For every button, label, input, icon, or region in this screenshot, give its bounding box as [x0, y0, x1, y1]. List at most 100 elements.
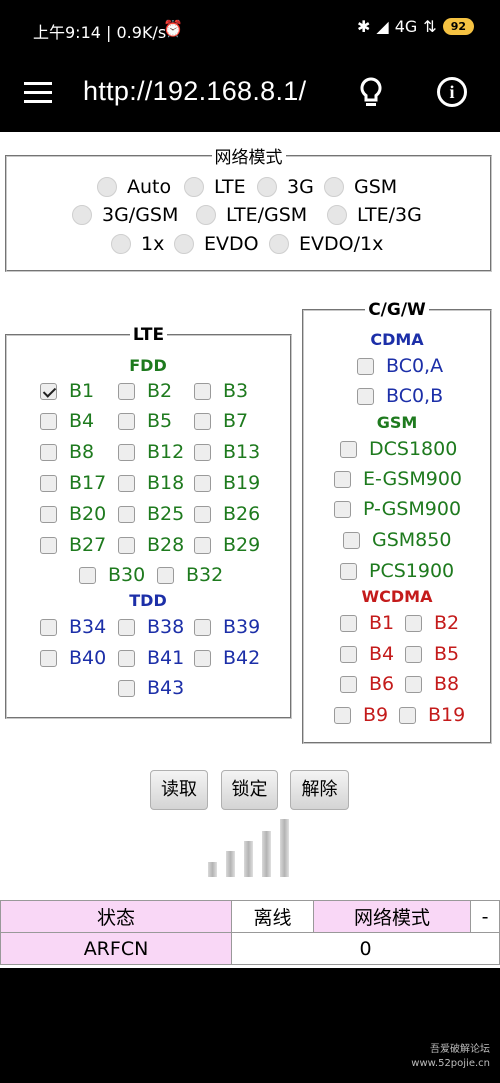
- band-option[interactable]: B5: [118, 410, 172, 432]
- radio-button[interactable]: [184, 177, 204, 197]
- radio-button[interactable]: [196, 205, 216, 225]
- band-checkbox[interactable]: [194, 474, 211, 492]
- band-checkbox[interactable]: [118, 382, 135, 400]
- band-checkbox[interactable]: [118, 679, 135, 697]
- band-checkbox[interactable]: [399, 706, 416, 724]
- radio-3g-gsm[interactable]: 3G/GSM: [72, 204, 178, 226]
- radio-button[interactable]: [269, 234, 289, 254]
- band-option[interactable]: B38: [118, 616, 184, 638]
- band-checkbox[interactable]: [194, 649, 211, 667]
- band-checkbox[interactable]: [194, 536, 211, 554]
- radio-lte-gsm[interactable]: LTE/GSM: [196, 204, 307, 226]
- radio-evdo[interactable]: EVDO: [174, 233, 259, 255]
- band-option[interactable]: B42: [194, 647, 260, 669]
- lock-button[interactable]: 锁定: [221, 770, 278, 810]
- band-checkbox[interactable]: [340, 675, 357, 693]
- band-checkbox[interactable]: [40, 536, 57, 554]
- band-checkbox[interactable]: [194, 443, 211, 461]
- band-option[interactable]: B20: [40, 503, 106, 525]
- band-checkbox[interactable]: [40, 382, 57, 400]
- band-option[interactable]: B3: [194, 380, 248, 402]
- band-option[interactable]: B8: [405, 673, 459, 695]
- radio-button[interactable]: [111, 234, 131, 254]
- band-option[interactable]: B40: [40, 647, 106, 669]
- band-checkbox[interactable]: [118, 474, 135, 492]
- radio-button[interactable]: [174, 234, 194, 254]
- band-option[interactable]: B19: [399, 704, 465, 726]
- radio-gsm[interactable]: GSM: [324, 176, 397, 198]
- band-option[interactable]: B13: [194, 441, 260, 463]
- band-checkbox[interactable]: [334, 470, 351, 488]
- band-checkbox[interactable]: [334, 706, 351, 724]
- band-option[interactable]: B2: [118, 380, 172, 402]
- band-checkbox[interactable]: [194, 505, 211, 523]
- band-checkbox[interactable]: [194, 382, 211, 400]
- radio-evdo-1x[interactable]: EVDO/1x: [269, 233, 383, 255]
- band-checkbox[interactable]: [340, 440, 357, 458]
- band-option[interactable]: B27: [40, 534, 106, 556]
- band-checkbox[interactable]: [40, 649, 57, 667]
- band-checkbox[interactable]: [340, 645, 357, 663]
- band-checkbox[interactable]: [357, 387, 374, 405]
- band-option[interactable]: B30: [79, 564, 145, 586]
- band-checkbox[interactable]: [118, 618, 135, 636]
- band-option[interactable]: B43: [118, 677, 184, 699]
- band-checkbox[interactable]: [357, 357, 374, 375]
- band-checkbox[interactable]: [118, 443, 135, 461]
- band-option[interactable]: B19: [194, 472, 260, 494]
- read-button[interactable]: 读取: [150, 770, 208, 810]
- band-option[interactable]: B17: [40, 472, 106, 494]
- band-option[interactable]: P-GSM900: [334, 498, 461, 520]
- band-option[interactable]: B8: [40, 441, 94, 463]
- band-option[interactable]: GSM850: [343, 529, 451, 551]
- band-option[interactable]: B9: [334, 704, 388, 726]
- menu-icon[interactable]: [24, 82, 52, 104]
- band-option[interactable]: B2: [405, 612, 459, 634]
- band-option[interactable]: DCS1800: [340, 438, 457, 460]
- band-checkbox[interactable]: [118, 649, 135, 667]
- band-checkbox[interactable]: [118, 412, 135, 430]
- band-checkbox[interactable]: [194, 618, 211, 636]
- band-checkbox[interactable]: [118, 536, 135, 554]
- band-option[interactable]: B4: [340, 643, 394, 665]
- unlock-button[interactable]: 解除: [290, 770, 349, 810]
- band-option[interactable]: B32: [157, 564, 223, 586]
- band-option[interactable]: B7: [194, 410, 248, 432]
- band-checkbox[interactable]: [340, 562, 357, 580]
- band-option[interactable]: BC0,A: [357, 355, 443, 377]
- band-checkbox[interactable]: [343, 531, 360, 549]
- band-checkbox[interactable]: [405, 675, 422, 693]
- band-option[interactable]: B12: [118, 441, 184, 463]
- band-checkbox[interactable]: [40, 412, 57, 430]
- band-option[interactable]: B4: [40, 410, 94, 432]
- radio-button[interactable]: [324, 177, 344, 197]
- radio-1x[interactable]: 1x: [111, 233, 164, 255]
- band-option[interactable]: B25: [118, 503, 184, 525]
- radio-button[interactable]: [72, 205, 92, 225]
- radio-auto[interactable]: Auto: [97, 176, 171, 198]
- band-option[interactable]: B1: [340, 612, 394, 634]
- radio-button[interactable]: [327, 205, 347, 225]
- band-option[interactable]: B6: [340, 673, 394, 695]
- lightbulb-icon[interactable]: [358, 76, 384, 110]
- band-option[interactable]: BC0,B: [357, 385, 443, 407]
- band-checkbox[interactable]: [405, 645, 422, 663]
- band-option[interactable]: B28: [118, 534, 184, 556]
- radio-button[interactable]: [257, 177, 277, 197]
- band-checkbox[interactable]: [40, 443, 57, 461]
- band-checkbox[interactable]: [79, 566, 96, 584]
- band-checkbox[interactable]: [405, 614, 422, 632]
- band-checkbox[interactable]: [40, 505, 57, 523]
- band-option[interactable]: B41: [118, 647, 184, 669]
- info-icon[interactable]: i: [437, 77, 467, 107]
- band-checkbox[interactable]: [334, 500, 351, 518]
- radio-3g[interactable]: 3G: [257, 176, 314, 198]
- band-checkbox[interactable]: [157, 566, 174, 584]
- band-option[interactable]: B29: [194, 534, 260, 556]
- band-checkbox[interactable]: [40, 474, 57, 492]
- radio-button[interactable]: [97, 177, 117, 197]
- band-option[interactable]: B18: [118, 472, 184, 494]
- band-checkbox[interactable]: [40, 618, 57, 636]
- band-checkbox[interactable]: [340, 614, 357, 632]
- radio-lte[interactable]: LTE: [184, 176, 246, 198]
